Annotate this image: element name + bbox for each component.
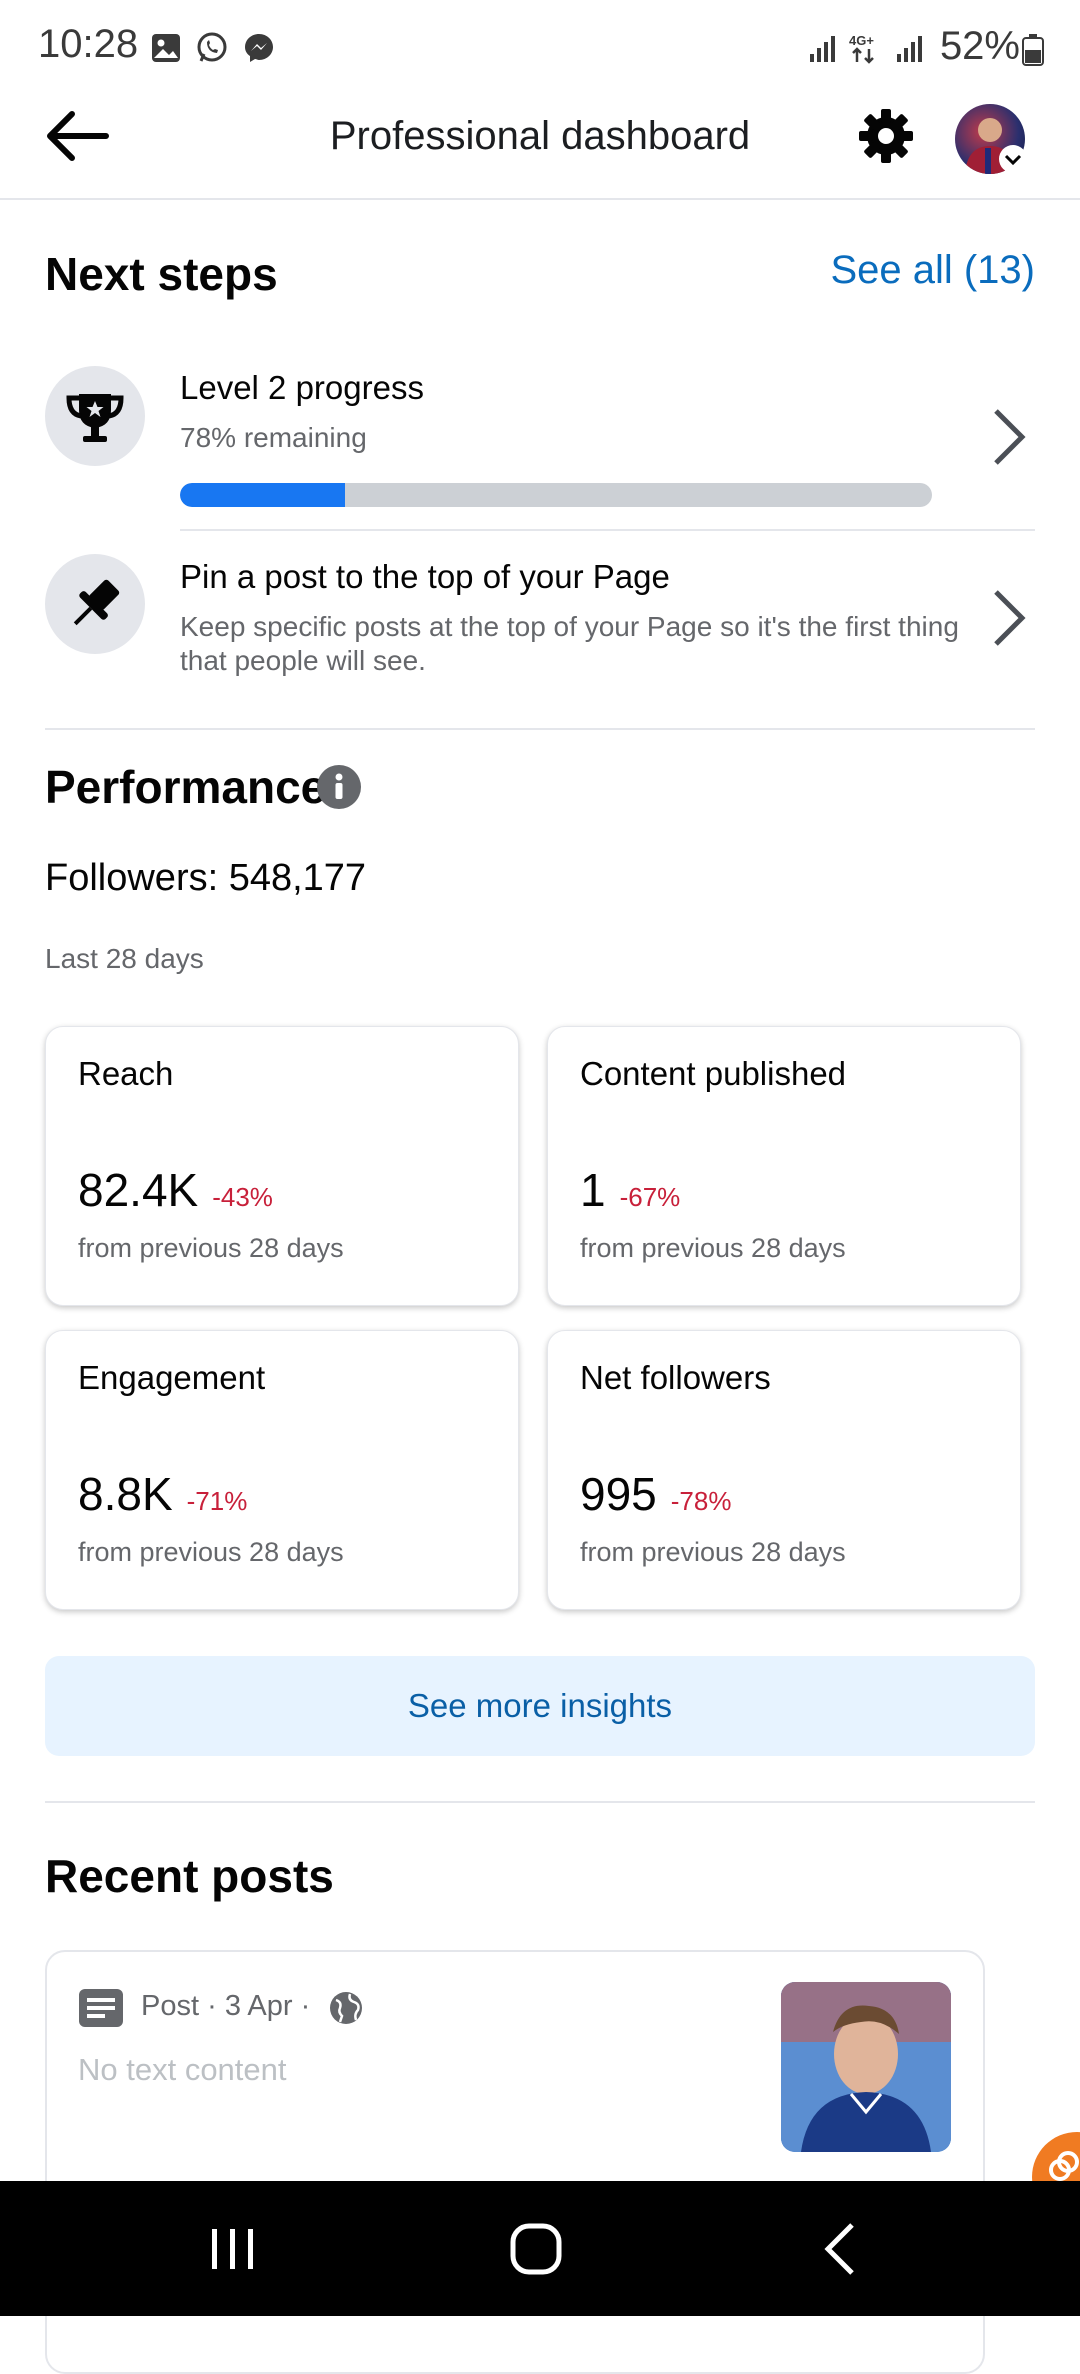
period-label: Last 28 days <box>45 943 204 974</box>
status-bar: 10:28 4G+ 52% <box>0 0 1080 96</box>
metric-value: 995 <box>580 1468 657 1520</box>
metric-title: Engagement <box>78 1359 266 1396</box>
messenger-icon <box>245 34 273 62</box>
recent-apps-icon[interactable] <box>208 2227 258 2271</box>
status-time: 10:28 <box>38 22 139 66</box>
step-title: Pin a post to the top of your Page <box>180 558 670 595</box>
metric-value-row: 995 -78% <box>580 1467 731 1521</box>
svg-text:4G+: 4G+ <box>849 33 874 48</box>
system-navigation-bar <box>0 2181 1080 2316</box>
globe-icon <box>330 1992 362 2024</box>
pin-icon-badge <box>45 554 145 654</box>
metric-value-row: 1 -67% <box>580 1163 680 1217</box>
post-thumbnail <box>781 1982 951 2152</box>
home-icon[interactable] <box>510 2223 562 2275</box>
metric-change: -43% <box>212 1182 273 1212</box>
step-title: Level 2 progress <box>180 369 424 406</box>
metric-value-row: 8.8K -71% <box>78 1467 247 1521</box>
metric-card-engagement[interactable]: Engagement 8.8K -71% from previous 28 day… <box>45 1330 519 1610</box>
next-step-pin-post[interactable]: Pin a post to the top of your Page Keep … <box>0 540 1080 690</box>
4g-data-icon: 4G+ <box>849 33 874 64</box>
metric-subtext: from previous 28 days <box>580 1233 846 1263</box>
next-steps-heading: Next steps <box>45 248 278 300</box>
followers-count: Followers: 548,177 <box>45 857 367 899</box>
post-meta: Post · 3 Apr · <box>141 1990 311 2022</box>
gallery-icon <box>152 34 180 62</box>
metric-value: 1 <box>580 1164 606 1216</box>
metric-change: -71% <box>186 1486 248 1516</box>
chevron-right-icon <box>994 409 1026 465</box>
metric-subtext: from previous 28 days <box>78 1537 344 1567</box>
level-progress-fill <box>180 483 346 507</box>
trophy-icon-badge <box>45 366 145 466</box>
metric-change: -78% <box>670 1486 732 1516</box>
metric-subtext: from previous 28 days <box>78 1233 344 1263</box>
post-date: 3 Apr <box>224 1990 293 2022</box>
chevron-down-icon <box>1004 154 1022 166</box>
metric-value-row: 82.4K -43% <box>78 1163 273 1217</box>
post-thumbnail-image <box>781 1982 951 2152</box>
signal-icon <box>810 36 835 62</box>
back-icon[interactable] <box>820 2221 860 2277</box>
gear-icon[interactable] <box>858 108 914 164</box>
metric-title: Reach <box>78 1055 174 1092</box>
metric-subtext: from previous 28 days <box>580 1537 846 1567</box>
recent-posts-heading: Recent posts <box>45 1850 334 1902</box>
metric-card-net-followers[interactable]: Net followers 995 -78% from previous 28 d… <box>547 1330 1021 1610</box>
step-subtitle: Keep specific posts at the top of your P… <box>180 611 959 676</box>
metric-card-content-published[interactable]: Content published 1 -67% from previous 28… <box>547 1026 1021 1306</box>
metric-title: Content published <box>580 1055 847 1092</box>
back-arrow-icon[interactable] <box>44 108 110 164</box>
metric-title: Net followers <box>580 1359 771 1396</box>
info-icon[interactable] <box>316 764 362 810</box>
see-more-insights-button[interactable]: See more insights <box>45 1656 1035 1756</box>
performance-heading: Performance <box>45 761 327 813</box>
metric-card-reach[interactable]: Reach 82.4K -43% from previous 28 days <box>45 1026 519 1306</box>
pin-icon <box>73 579 120 626</box>
divider <box>180 529 1035 531</box>
step-subtitle: 78% remaining <box>180 422 367 453</box>
whatsapp-icon <box>197 32 227 62</box>
page-title: Professional dashboard <box>329 114 751 158</box>
post-text: No text content <box>78 2052 287 2087</box>
see-more-insights-label: See more insights <box>407 1687 673 1724</box>
trophy-icon <box>66 394 124 442</box>
battery-level: 52% <box>939 24 1020 68</box>
divider <box>45 728 1035 730</box>
metric-change: -67% <box>619 1182 681 1212</box>
app-bar: Professional dashboard <box>0 96 1080 200</box>
metric-value: 8.8K <box>78 1468 173 1520</box>
post-type: Post <box>141 1990 200 2022</box>
post-type-icon <box>79 1989 123 2027</box>
signal-icon-2 <box>897 36 922 62</box>
account-switcher[interactable] <box>999 145 1027 173</box>
see-all-link[interactable]: See all (13) <box>830 248 1035 293</box>
divider <box>45 1801 1035 1803</box>
chevron-right-icon <box>994 590 1026 646</box>
battery-icon <box>1022 34 1044 66</box>
metric-value: 82.4K <box>78 1164 199 1216</box>
level-progress-bar <box>180 483 932 507</box>
